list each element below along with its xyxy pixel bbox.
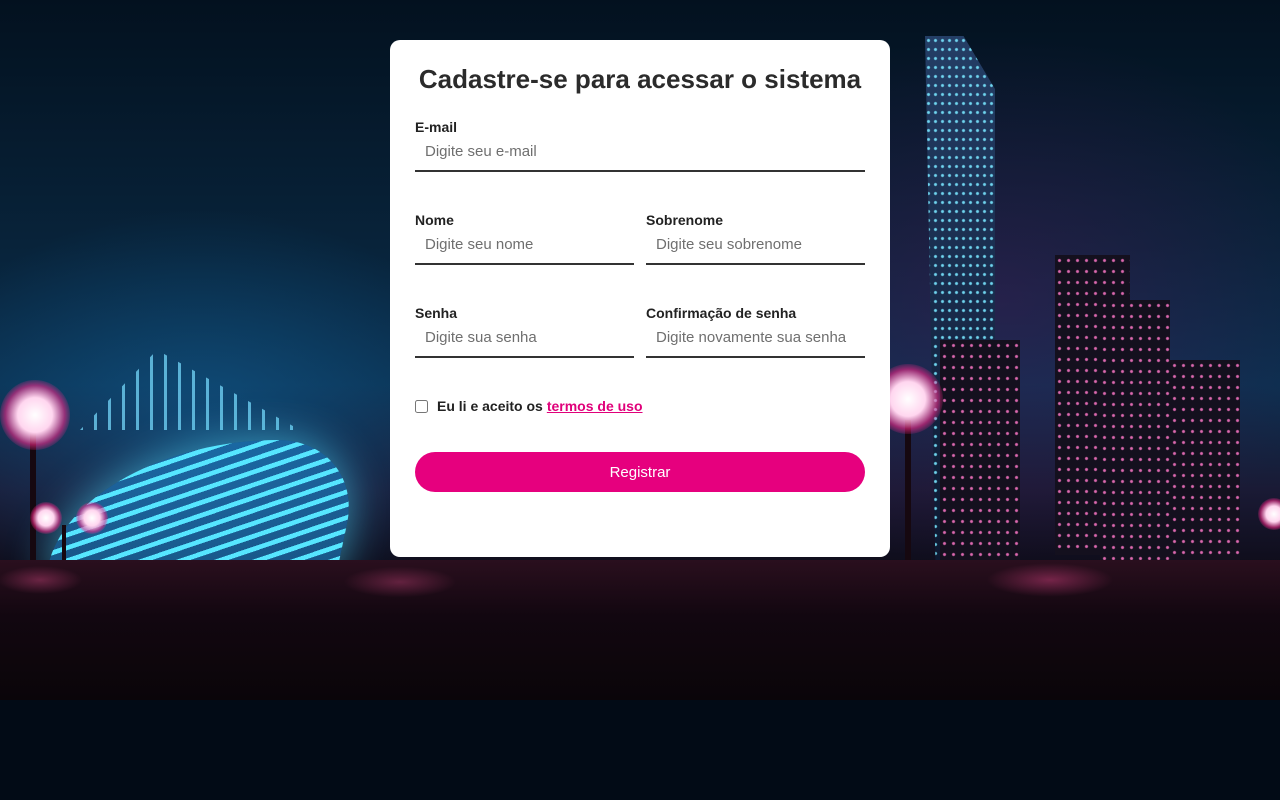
building-decoration bbox=[1170, 360, 1240, 560]
street-lamp-light bbox=[0, 380, 70, 450]
last-name-label: Sobrenome bbox=[646, 212, 724, 228]
terms-link[interactable]: termos de uso bbox=[547, 398, 643, 414]
password-confirm-field-group: Confirmação de senha bbox=[646, 304, 865, 358]
email-field-group: E-mail bbox=[415, 118, 865, 172]
building-decoration bbox=[940, 340, 1020, 560]
street-lamp-light bbox=[1258, 498, 1280, 530]
password-label: Senha bbox=[415, 305, 458, 321]
street-lamp-light bbox=[30, 502, 62, 534]
password-confirm-input[interactable] bbox=[646, 322, 865, 358]
page-bottom-area bbox=[0, 700, 1280, 800]
email-input[interactable] bbox=[415, 136, 865, 172]
shrubs-decoration bbox=[0, 560, 1280, 700]
terms-checkbox[interactable] bbox=[415, 399, 428, 413]
first-name-label: Nome bbox=[415, 212, 454, 228]
terms-row: Eu li e aceito os termos de uso bbox=[415, 398, 643, 414]
street-lamp-light bbox=[76, 502, 108, 534]
email-label: E-mail bbox=[415, 119, 458, 135]
building-decoration bbox=[1100, 300, 1170, 560]
password-confirm-label: Confirmação de senha bbox=[646, 305, 797, 321]
first-name-input[interactable] bbox=[415, 229, 634, 265]
last-name-field-group: Sobrenome bbox=[646, 211, 865, 265]
lamp-pole bbox=[905, 420, 911, 570]
first-name-field-group: Nome bbox=[415, 211, 634, 265]
password-input[interactable] bbox=[415, 322, 634, 358]
register-button[interactable]: Registrar bbox=[415, 452, 865, 492]
stadium-roof-decoration bbox=[80, 350, 300, 430]
registration-card: Cadastre-se para acessar o sistema E-mai… bbox=[390, 40, 890, 557]
last-name-input[interactable] bbox=[646, 229, 865, 265]
page-title: Cadastre-se para acessar o sistema bbox=[418, 64, 862, 94]
password-field-group: Senha bbox=[415, 304, 634, 358]
terms-text: Eu li e aceito os bbox=[437, 398, 543, 414]
